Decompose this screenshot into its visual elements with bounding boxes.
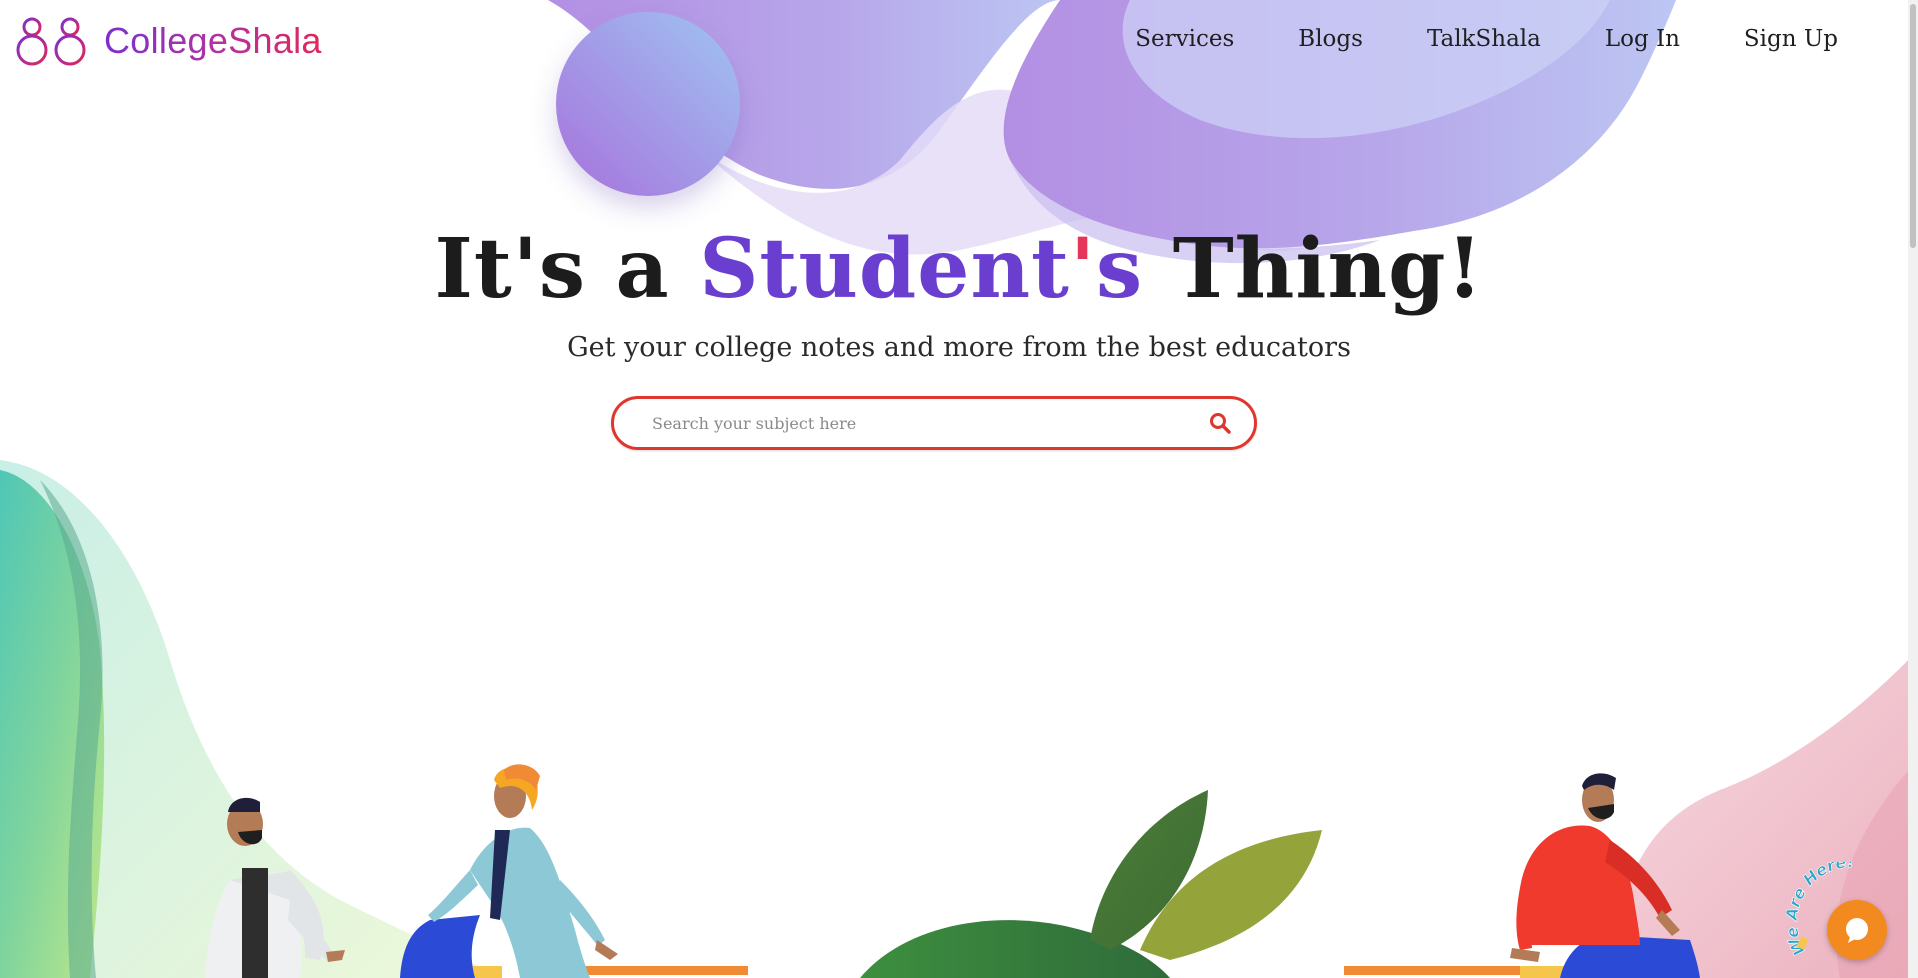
hero-title-accent-end: s [1096,221,1144,317]
search-button[interactable] [1198,401,1242,445]
hero-subtitle: Get your college notes and more from the… [567,332,1351,363]
nav-blogs[interactable]: Blogs [1298,26,1363,52]
hero-title-end: Thing! [1143,221,1484,317]
page-scrollbar[interactable] [1908,0,1918,978]
nav-login[interactable]: Log In [1605,26,1680,52]
hero-title-apostrophe: ' [1069,221,1097,317]
hero-title: It's a Student's Thing! [0,228,1918,310]
search-icon [1210,413,1231,434]
scrollbar-thumb[interactable] [1910,4,1916,248]
hero-title-accent: Student [699,221,1070,317]
brand-logo[interactable]: CollegeShala [14,14,322,68]
nav-talkshala[interactable]: TalkShala [1427,26,1541,52]
logo-mark-icon [16,17,86,66]
main-nav: Services Blogs TalkShala Log In Sign Up [1135,26,1838,52]
search-bar [611,396,1257,450]
search-input[interactable] [650,412,1198,434]
hero-title-start: It's a [434,221,700,317]
brand-name: CollegeShala [104,20,322,61]
chat-bubble-icon [1846,918,1868,943]
hero-background-art [0,0,1918,978]
chat-launcher-button[interactable] [1827,900,1887,960]
nav-services[interactable]: Services [1135,26,1234,52]
nav-signup[interactable]: Sign Up [1744,26,1838,52]
